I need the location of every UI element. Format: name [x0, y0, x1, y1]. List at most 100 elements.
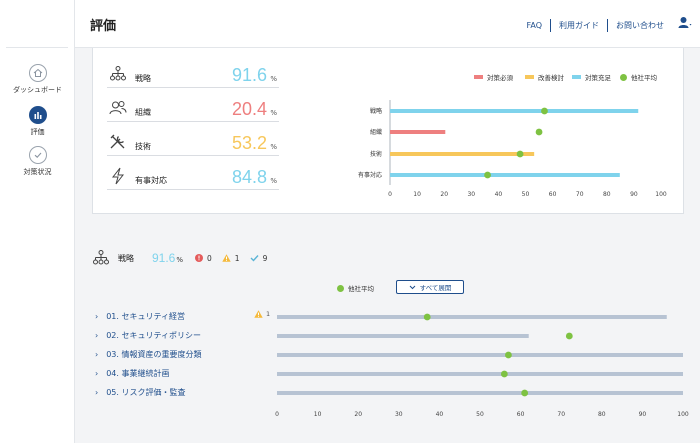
average-point	[500, 370, 508, 378]
chevron-right-icon: ›	[95, 312, 99, 321]
x-tick-label: 90	[639, 411, 647, 418]
row-label: 03. 情報資産の重要度分類	[106, 350, 202, 359]
chevron-right-icon: ›	[95, 388, 99, 397]
row-label: 01. セキュリティ経営	[106, 312, 185, 321]
sidebar-item-dashboard[interactable]: ダッシュボード	[0, 64, 75, 95]
average-legend: 他社平均	[337, 283, 374, 293]
row-label: 02. セキュリティポリシー	[106, 331, 201, 340]
average-point	[541, 107, 548, 115]
x-tick-label: 90	[630, 191, 638, 198]
x-tick-label: 50	[522, 191, 530, 198]
warning-count: 1	[234, 253, 240, 263]
x-tick-label: 20	[354, 411, 362, 418]
warning-icon	[254, 310, 263, 318]
summary-card: 戦略 91.6 % 組織 20.4 % 技術 53.2 % 有事対応 84.8 …	[92, 48, 684, 214]
x-tick-label: 10	[413, 191, 421, 198]
expand-all-button[interactable]: すべて展開	[396, 280, 464, 294]
row-04[interactable]: › 04. 事業継続計画	[95, 368, 169, 379]
x-tick-label: 40	[495, 191, 503, 198]
header-nav: FAQ 利用ガイド お問い合わせ	[519, 19, 673, 32]
bar	[277, 391, 683, 395]
x-tick-label: 40	[436, 411, 444, 418]
expand-all-label: すべて展開	[419, 284, 452, 292]
x-tick-label: 60	[549, 191, 557, 198]
ok-count: 9	[262, 253, 268, 263]
error-stat: 0	[195, 254, 212, 263]
row-03[interactable]: › 03. 情報資産の重要度分類	[95, 349, 201, 360]
sidebar-item-evaluation[interactable]: 評価	[0, 106, 75, 137]
bar	[390, 152, 535, 156]
legend-label: 他社平均	[348, 285, 374, 293]
page-title: 評価	[90, 19, 117, 34]
section-label: 戦略	[118, 253, 134, 263]
sidebar-item-label: ダッシュボード	[13, 86, 62, 94]
home-icon	[28, 64, 47, 82]
x-tick-label: 30	[395, 411, 403, 418]
average-point	[484, 171, 491, 179]
row-warning-badge: 1	[254, 310, 270, 318]
x-tick-label: 50	[476, 411, 484, 418]
row-05[interactable]: › 05. リスク評価・監査	[95, 387, 185, 398]
row-label: 05. リスク評価・監査	[106, 388, 186, 397]
x-tick-label: 100	[677, 411, 689, 418]
average-point	[535, 128, 543, 136]
chevron-right-icon: ›	[95, 369, 99, 378]
average-point	[423, 313, 431, 321]
error-count: 0	[207, 253, 212, 263]
section-header: 戦略 91.6 % 0 1 9	[92, 248, 267, 268]
average-point	[521, 389, 529, 397]
average-point	[516, 150, 524, 158]
warning-stat: 1	[222, 254, 240, 263]
y-tick-label: 技術	[370, 150, 382, 158]
warning-icon	[222, 254, 231, 262]
chevron-down-icon	[409, 285, 415, 289]
category-bar-chart: 0 10 20 30 40 50 60 70 80 90 100 戦略組織技術有事対応	[358, 100, 667, 198]
check-icon	[28, 146, 47, 164]
error-icon	[195, 254, 204, 262]
faq-link[interactable]: FAQ	[519, 21, 551, 30]
sidebar-logo-area	[6, 0, 68, 48]
x-tick-label: 0	[388, 191, 392, 198]
chevron-right-icon: ›	[95, 331, 99, 340]
bar	[277, 334, 529, 338]
x-tick-label: 100	[655, 191, 667, 198]
warning-count: 1	[266, 310, 271, 318]
y-tick-label: 組織	[370, 128, 382, 136]
legend-swatch	[337, 284, 344, 292]
contact-link[interactable]: お問い合わせ	[608, 20, 672, 31]
row-label: 04. 事業継続計画	[106, 369, 170, 378]
x-tick-label: 30	[467, 191, 475, 198]
sidebar-item-measures[interactable]: 対策状況	[0, 146, 75, 177]
bar	[390, 173, 620, 177]
average-point	[505, 351, 512, 359]
bar	[277, 353, 683, 357]
x-tick-label: 70	[576, 191, 584, 198]
x-tick-label: 60	[517, 411, 525, 418]
x-tick-label: 0	[275, 411, 279, 418]
sidebar: ダッシュボード 評価 対策状況	[0, 0, 75, 443]
x-tick-label: 80	[603, 191, 611, 198]
chart-icon	[28, 106, 47, 124]
y-tick-label: 戦略	[370, 107, 382, 115]
y-tick-label: 有事対応	[358, 171, 382, 179]
average-point	[565, 332, 573, 340]
bar	[390, 130, 446, 134]
check-icon	[250, 255, 259, 262]
guide-link[interactable]: 利用ガイド	[551, 20, 607, 31]
x-tick-label: 10	[314, 411, 322, 418]
bar	[277, 372, 683, 376]
section-unit: %	[176, 255, 184, 264]
user-menu-icon[interactable]	[678, 16, 692, 30]
ok-stat: 9	[250, 253, 268, 263]
x-tick-label: 80	[598, 411, 606, 418]
x-tick-label: 20	[440, 191, 448, 198]
sidebar-item-label: 評価	[30, 128, 45, 136]
chevron-right-icon: ›	[95, 350, 99, 359]
row-01[interactable]: › 01. セキュリティ経営	[95, 311, 185, 322]
bar	[277, 315, 667, 319]
section-value: 91.6	[152, 251, 176, 265]
row-02[interactable]: › 02. セキュリティポリシー	[95, 330, 201, 341]
bar	[390, 109, 639, 113]
org-chart-icon	[93, 250, 109, 265]
sidebar-item-label: 対策状況	[23, 168, 52, 176]
